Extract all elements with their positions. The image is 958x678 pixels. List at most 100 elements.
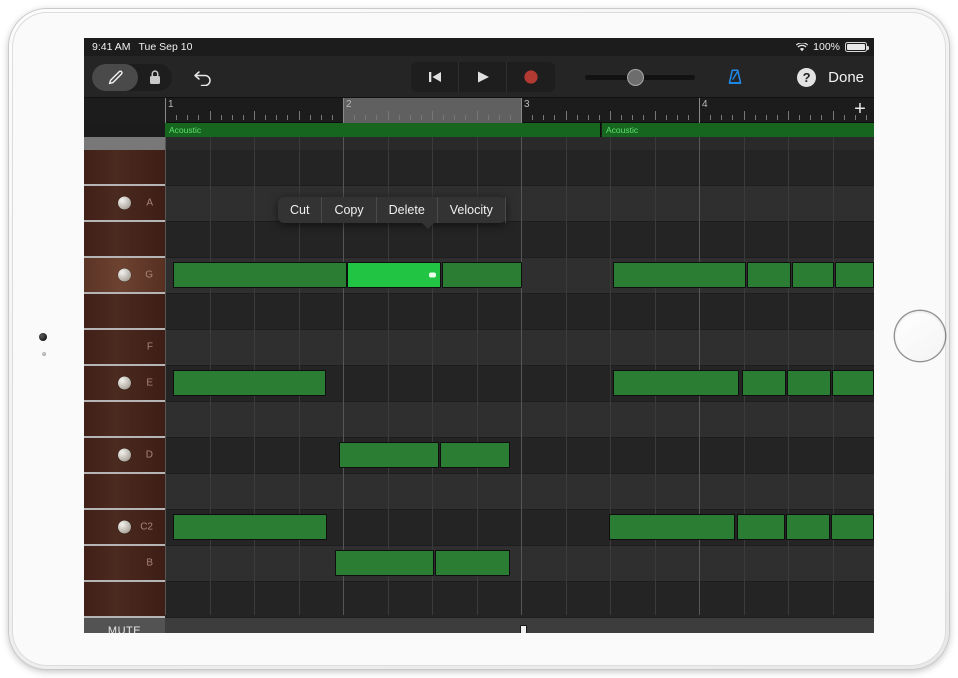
play-button[interactable] [459,62,507,92]
fret-string-label: D [146,450,153,461]
fret-string-f[interactable]: F [84,330,165,366]
ruler-tick [777,115,778,120]
fret-string[interactable] [84,402,165,438]
ruler-tick [488,115,489,120]
context-menu-item-copy[interactable]: Copy [322,197,376,223]
note[interactable] [435,550,510,576]
mute-button[interactable]: MUTE [84,618,165,633]
fret-string-g[interactable]: G [84,258,165,294]
note[interactable] [173,262,347,288]
volume-slider-knob[interactable] [628,70,643,85]
timeline-ruler: 1234 + [84,98,874,123]
ruler-tick [543,115,544,120]
ruler-tick [198,115,199,120]
volume-slider[interactable] [585,62,695,92]
undo-button[interactable] [188,62,218,92]
note[interactable] [832,370,874,396]
fret-string-a[interactable]: A [84,186,165,222]
record-button[interactable] [507,62,555,92]
grid-lane[interactable] [165,582,874,618]
note[interactable] [747,262,791,288]
fret-string[interactable] [84,222,165,258]
note[interactable] [613,262,746,288]
ipad-screen: 9:41 AM Tue Sep 10 100% [84,38,874,633]
status-date: Tue Sep 10 [139,41,193,53]
note[interactable] [737,514,785,540]
add-section-button[interactable]: + [850,99,870,121]
fretboard-keyboard: AGFE D C2 B MUTE [84,137,165,633]
ruler-tick [454,115,455,120]
note[interactable] [742,370,786,396]
context-menu[interactable]: CutCopyDeleteVelocity [278,197,506,223]
ruler-tick [187,115,188,120]
note[interactable] [173,370,326,396]
ruler-tick [621,115,622,120]
fret-string[interactable] [84,474,165,510]
fret-marker-dot-icon [118,197,131,210]
fret-string-b[interactable]: B [84,546,165,582]
battery-percent-label: 100% [813,41,840,53]
region-name-block[interactable]: Acoustic [602,123,874,137]
rewind-to-start-button[interactable] [411,62,459,92]
context-menu-item-cut[interactable]: Cut [278,197,322,223]
ruler-tick [810,115,811,120]
toolbar-center-group [411,56,749,98]
grid-bar-line [521,137,522,615]
note[interactable] [787,370,831,396]
region-name-block[interactable]: Acoustic [165,123,601,137]
note[interactable] [440,442,510,468]
ruler-tick [766,115,767,120]
ruler-tick [299,111,300,120]
note[interactable] [831,514,874,540]
fret-string[interactable] [84,294,165,330]
grid-lane[interactable] [165,222,874,258]
grid-lane[interactable] [165,330,874,366]
context-menu-item-delete[interactable]: Delete [377,197,438,223]
grid-lane[interactable] [165,150,874,186]
grid-lane[interactable] [165,186,874,222]
fret-string-e[interactable]: E [84,366,165,402]
grid-lane[interactable] [165,294,874,330]
ruler-tick [755,115,756,120]
note-grid[interactable] [165,137,874,633]
pencil-button[interactable] [92,64,138,91]
ruler-tick [788,111,789,120]
grid-lane[interactable] [165,402,874,438]
home-button[interactable] [895,311,945,361]
note[interactable] [339,442,439,468]
note[interactable] [786,514,830,540]
mute-marker[interactable] [520,625,527,633]
ruler-tick [632,115,633,120]
note[interactable] [613,370,739,396]
ruler-tick [577,115,578,120]
grid-lane[interactable] [165,438,874,474]
fret-string[interactable] [84,150,165,186]
fret-string-c2[interactable]: C2 [84,510,165,546]
ruler-tick [276,115,277,120]
note[interactable] [173,514,327,540]
note-selected[interactable] [347,262,441,288]
fret-string[interactable] [84,582,165,618]
note[interactable] [835,262,874,288]
grid-lane[interactable] [165,474,874,510]
fret-marker-dot-icon [118,377,131,390]
fret-string-label: C2 [140,522,153,533]
ruler-lane[interactable]: 1234 + [165,98,874,123]
metronome-button[interactable] [721,62,749,92]
note[interactable] [609,514,735,540]
help-button[interactable]: ? [797,68,816,87]
note[interactable] [335,550,434,576]
fret-marker-dot-icon [118,269,131,282]
context-menu-item-velocity[interactable]: Velocity [438,197,506,223]
mute-lane[interactable] [165,618,874,633]
done-button[interactable]: Done [828,69,864,86]
lock-button[interactable] [138,64,172,91]
ruler-tick [432,111,433,120]
note-resize-handle[interactable] [429,273,436,278]
ruler-tick [744,111,745,120]
fret-string-d[interactable]: D [84,438,165,474]
note[interactable] [792,262,834,288]
note[interactable] [442,262,522,288]
ruler-tick [499,115,500,120]
grid-lane[interactable] [165,546,874,582]
